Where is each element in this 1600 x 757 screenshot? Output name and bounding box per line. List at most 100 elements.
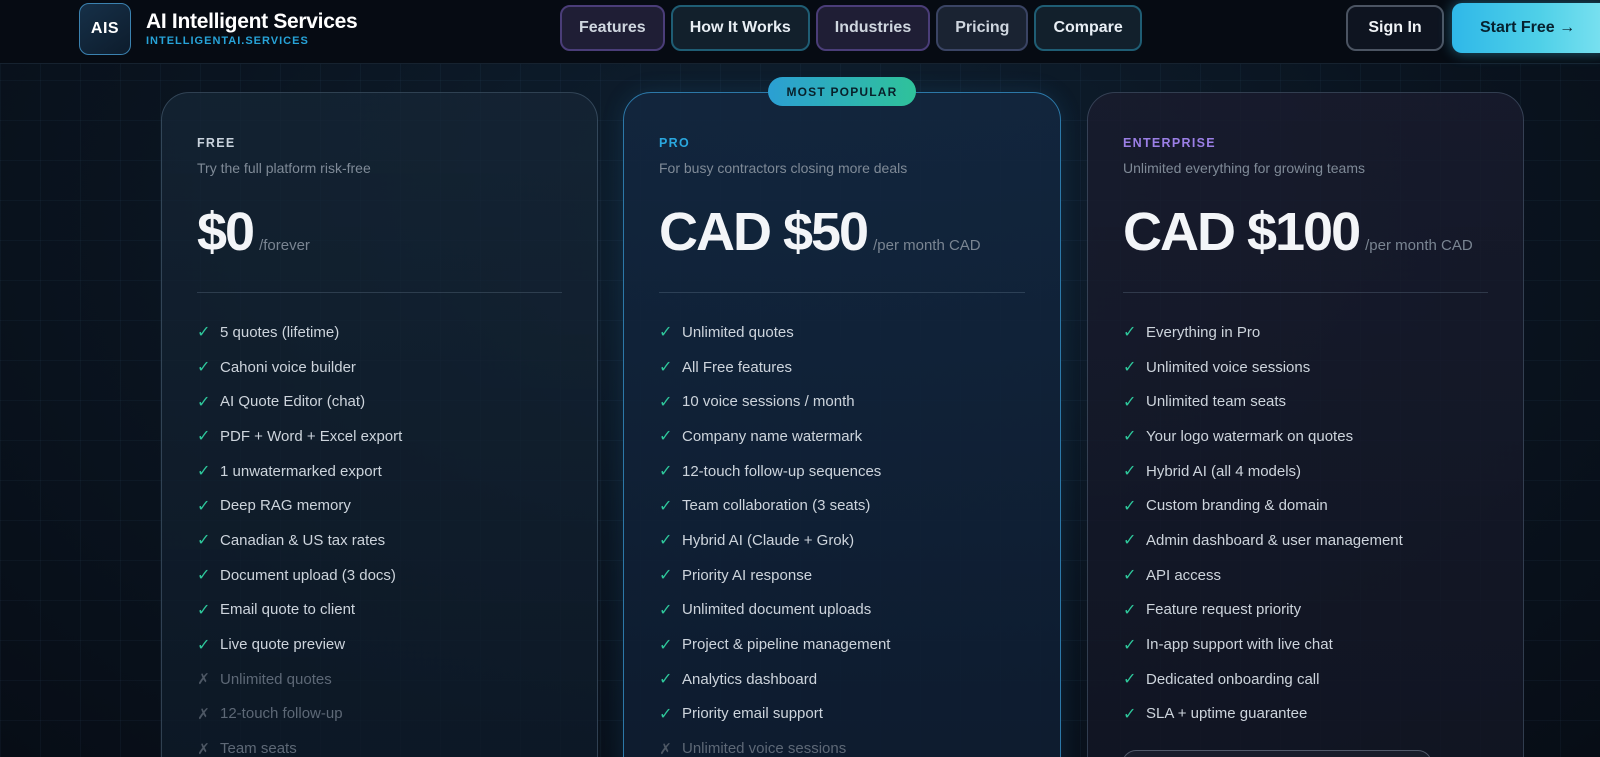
feature-text: SLA + uptime guarantee	[1146, 705, 1308, 723]
feature-text: Unlimited voice sessions	[682, 740, 847, 757]
feature-item: ✓ Email quote to client	[197, 593, 402, 628]
feature-item: ✓ Analytics dashboard	[659, 662, 890, 697]
feature-item: ✓ Live quote preview	[197, 627, 402, 662]
feature-item: ✓ Admin dashboard & user management	[1123, 523, 1403, 558]
feature-item: ✓ SLA + uptime guarantee	[1123, 697, 1403, 732]
brand-domain: INTELLIGENTAI.SERVICES	[146, 35, 309, 47]
feature-text: Project & pipeline management	[682, 636, 891, 654]
price-amount: $0	[197, 202, 255, 262]
feature-text: Unlimited team seats	[1146, 393, 1287, 411]
check-icon: ✓	[1123, 359, 1137, 377]
start-free-button[interactable]: Start Free →	[1452, 3, 1600, 53]
feature-text: 1 unwatermarked export	[220, 462, 382, 480]
feature-item: ✓ Dedicated onboarding call	[1123, 662, 1403, 697]
feature-item: ✓ Unlimited voice sessions	[1123, 350, 1403, 385]
tier-name: FREE	[197, 136, 236, 150]
feature-item: ✗ Unlimited quotes	[197, 662, 402, 697]
check-icon: ✓	[197, 497, 211, 515]
tier-name: PRO	[659, 136, 690, 150]
feature-item: ✓ Project & pipeline management	[659, 627, 890, 662]
check-icon: ✓	[1123, 324, 1137, 342]
nav-industries[interactable]: Industries	[815, 5, 931, 51]
price-period: /per month CAD	[873, 237, 981, 254]
feature-item: ✓ Feature request priority	[1123, 593, 1403, 628]
check-icon: ✓	[197, 359, 211, 377]
feature-item: ✓ Everything in Pro	[1123, 315, 1403, 350]
feature-item: ✓ Unlimited quotes	[659, 315, 890, 350]
feature-item: ✓ Hybrid AI (Claude + Grok)	[659, 523, 890, 558]
feature-item: ✓ Deep RAG memory	[197, 488, 402, 523]
check-icon: ✓	[197, 601, 211, 619]
feature-text: Unlimited document uploads	[682, 601, 872, 619]
check-icon: ✓	[1123, 567, 1137, 585]
check-icon: ✓	[197, 324, 211, 342]
price-row: CAD $50 /per month CAD	[659, 201, 981, 263]
feature-item: ✓ Canadian & US tax rates	[197, 523, 402, 558]
feature-text: In-app support with live chat	[1146, 636, 1333, 654]
feature-text: Unlimited quotes	[682, 323, 794, 341]
feature-text: 12-touch follow-up sequences	[682, 462, 882, 480]
feature-text: AI Quote Editor (chat)	[220, 393, 366, 411]
feature-text: PDF + Word + Excel export	[220, 427, 403, 445]
feature-item: ✗ Unlimited voice sessions	[659, 731, 890, 757]
check-icon: ✓	[197, 463, 211, 481]
check-icon: ✓	[1123, 671, 1137, 689]
feature-item: ✓ Priority email support	[659, 697, 890, 732]
feature-text: Document upload (3 docs)	[220, 566, 396, 584]
feature-item: ✓ AI Quote Editor (chat)	[197, 384, 402, 419]
feature-item: ✓ Custom branding & domain	[1123, 488, 1403, 523]
nav-features[interactable]: Features	[560, 5, 665, 51]
feature-list: ✓ Everything in Pro ✓ Unlimited voice sessi…	[1123, 315, 1403, 731]
card-divider	[1123, 292, 1488, 293]
check-icon: ✓	[659, 601, 673, 619]
card-divider	[659, 292, 1025, 293]
check-icon: ✓	[197, 428, 211, 446]
nav-how-it-works[interactable]: How It Works	[670, 5, 810, 51]
feature-item: ✓ 5 quotes (lifetime)	[197, 315, 402, 350]
enterprise-cta-button[interactable]	[1122, 750, 1432, 757]
feature-text: Priority AI response	[682, 566, 813, 584]
nav-pricing[interactable]: Pricing	[936, 5, 1029, 51]
feature-text: Dedicated onboarding call	[1146, 670, 1320, 688]
feature-text: Analytics dashboard	[682, 670, 818, 688]
cross-icon: ✗	[197, 705, 210, 723]
tier-description: For busy contractors closing more deals	[659, 160, 908, 176]
check-icon: ✓	[197, 636, 211, 654]
check-icon: ✓	[659, 497, 673, 515]
check-icon: ✓	[1123, 393, 1137, 411]
check-icon: ✓	[1123, 463, 1137, 481]
cross-icon: ✗	[197, 671, 210, 689]
feature-text: 10 voice sessions / month	[682, 393, 855, 411]
check-icon: ✓	[197, 532, 211, 550]
price-row: $0 /forever	[197, 201, 310, 263]
feature-item: ✓ Hybrid AI (all 4 models)	[1123, 454, 1403, 489]
price-period: /forever	[259, 237, 310, 254]
brand-name[interactable]: AI Intelligent Services	[146, 10, 358, 34]
price-amount: CAD $50	[659, 202, 869, 262]
check-icon: ✓	[659, 636, 673, 654]
feature-text: Live quote preview	[220, 636, 346, 654]
tier-description: Try the full platform risk-free	[197, 160, 371, 176]
feature-item: ✓ Your logo watermark on quotes	[1123, 419, 1403, 454]
feature-list: ✓ Unlimited quotes ✓ All Free features ✓ 10 v…	[659, 315, 890, 757]
feature-text: Cahoni voice builder	[220, 358, 356, 376]
feature-item: ✗ Team seats	[197, 731, 402, 757]
card-divider	[197, 292, 562, 293]
nav-compare[interactable]: Compare	[1034, 5, 1142, 51]
feature-item: ✓ Company name watermark	[659, 419, 890, 454]
pricing-card-enterprise: ENTERPRISE Unlimited everything for grow…	[1087, 92, 1524, 757]
feature-item: ✓ 1 unwatermarked export	[197, 454, 402, 489]
check-icon: ✓	[659, 705, 673, 723]
check-icon: ✓	[659, 671, 673, 689]
check-icon: ✓	[197, 567, 211, 585]
feature-text: Email quote to client	[220, 601, 356, 619]
feature-text: Team collaboration (3 seats)	[682, 497, 871, 515]
check-icon: ✓	[1123, 636, 1137, 654]
sign-in-button[interactable]: Sign In	[1346, 5, 1444, 51]
check-icon: ✓	[659, 567, 673, 585]
feature-text: Everything in Pro	[1146, 323, 1261, 341]
feature-text: Priority email support	[682, 705, 823, 723]
feature-item: ✓ 10 voice sessions / month	[659, 384, 890, 419]
logo-badge[interactable]: AIS	[79, 3, 131, 55]
check-icon: ✓	[1123, 601, 1137, 619]
